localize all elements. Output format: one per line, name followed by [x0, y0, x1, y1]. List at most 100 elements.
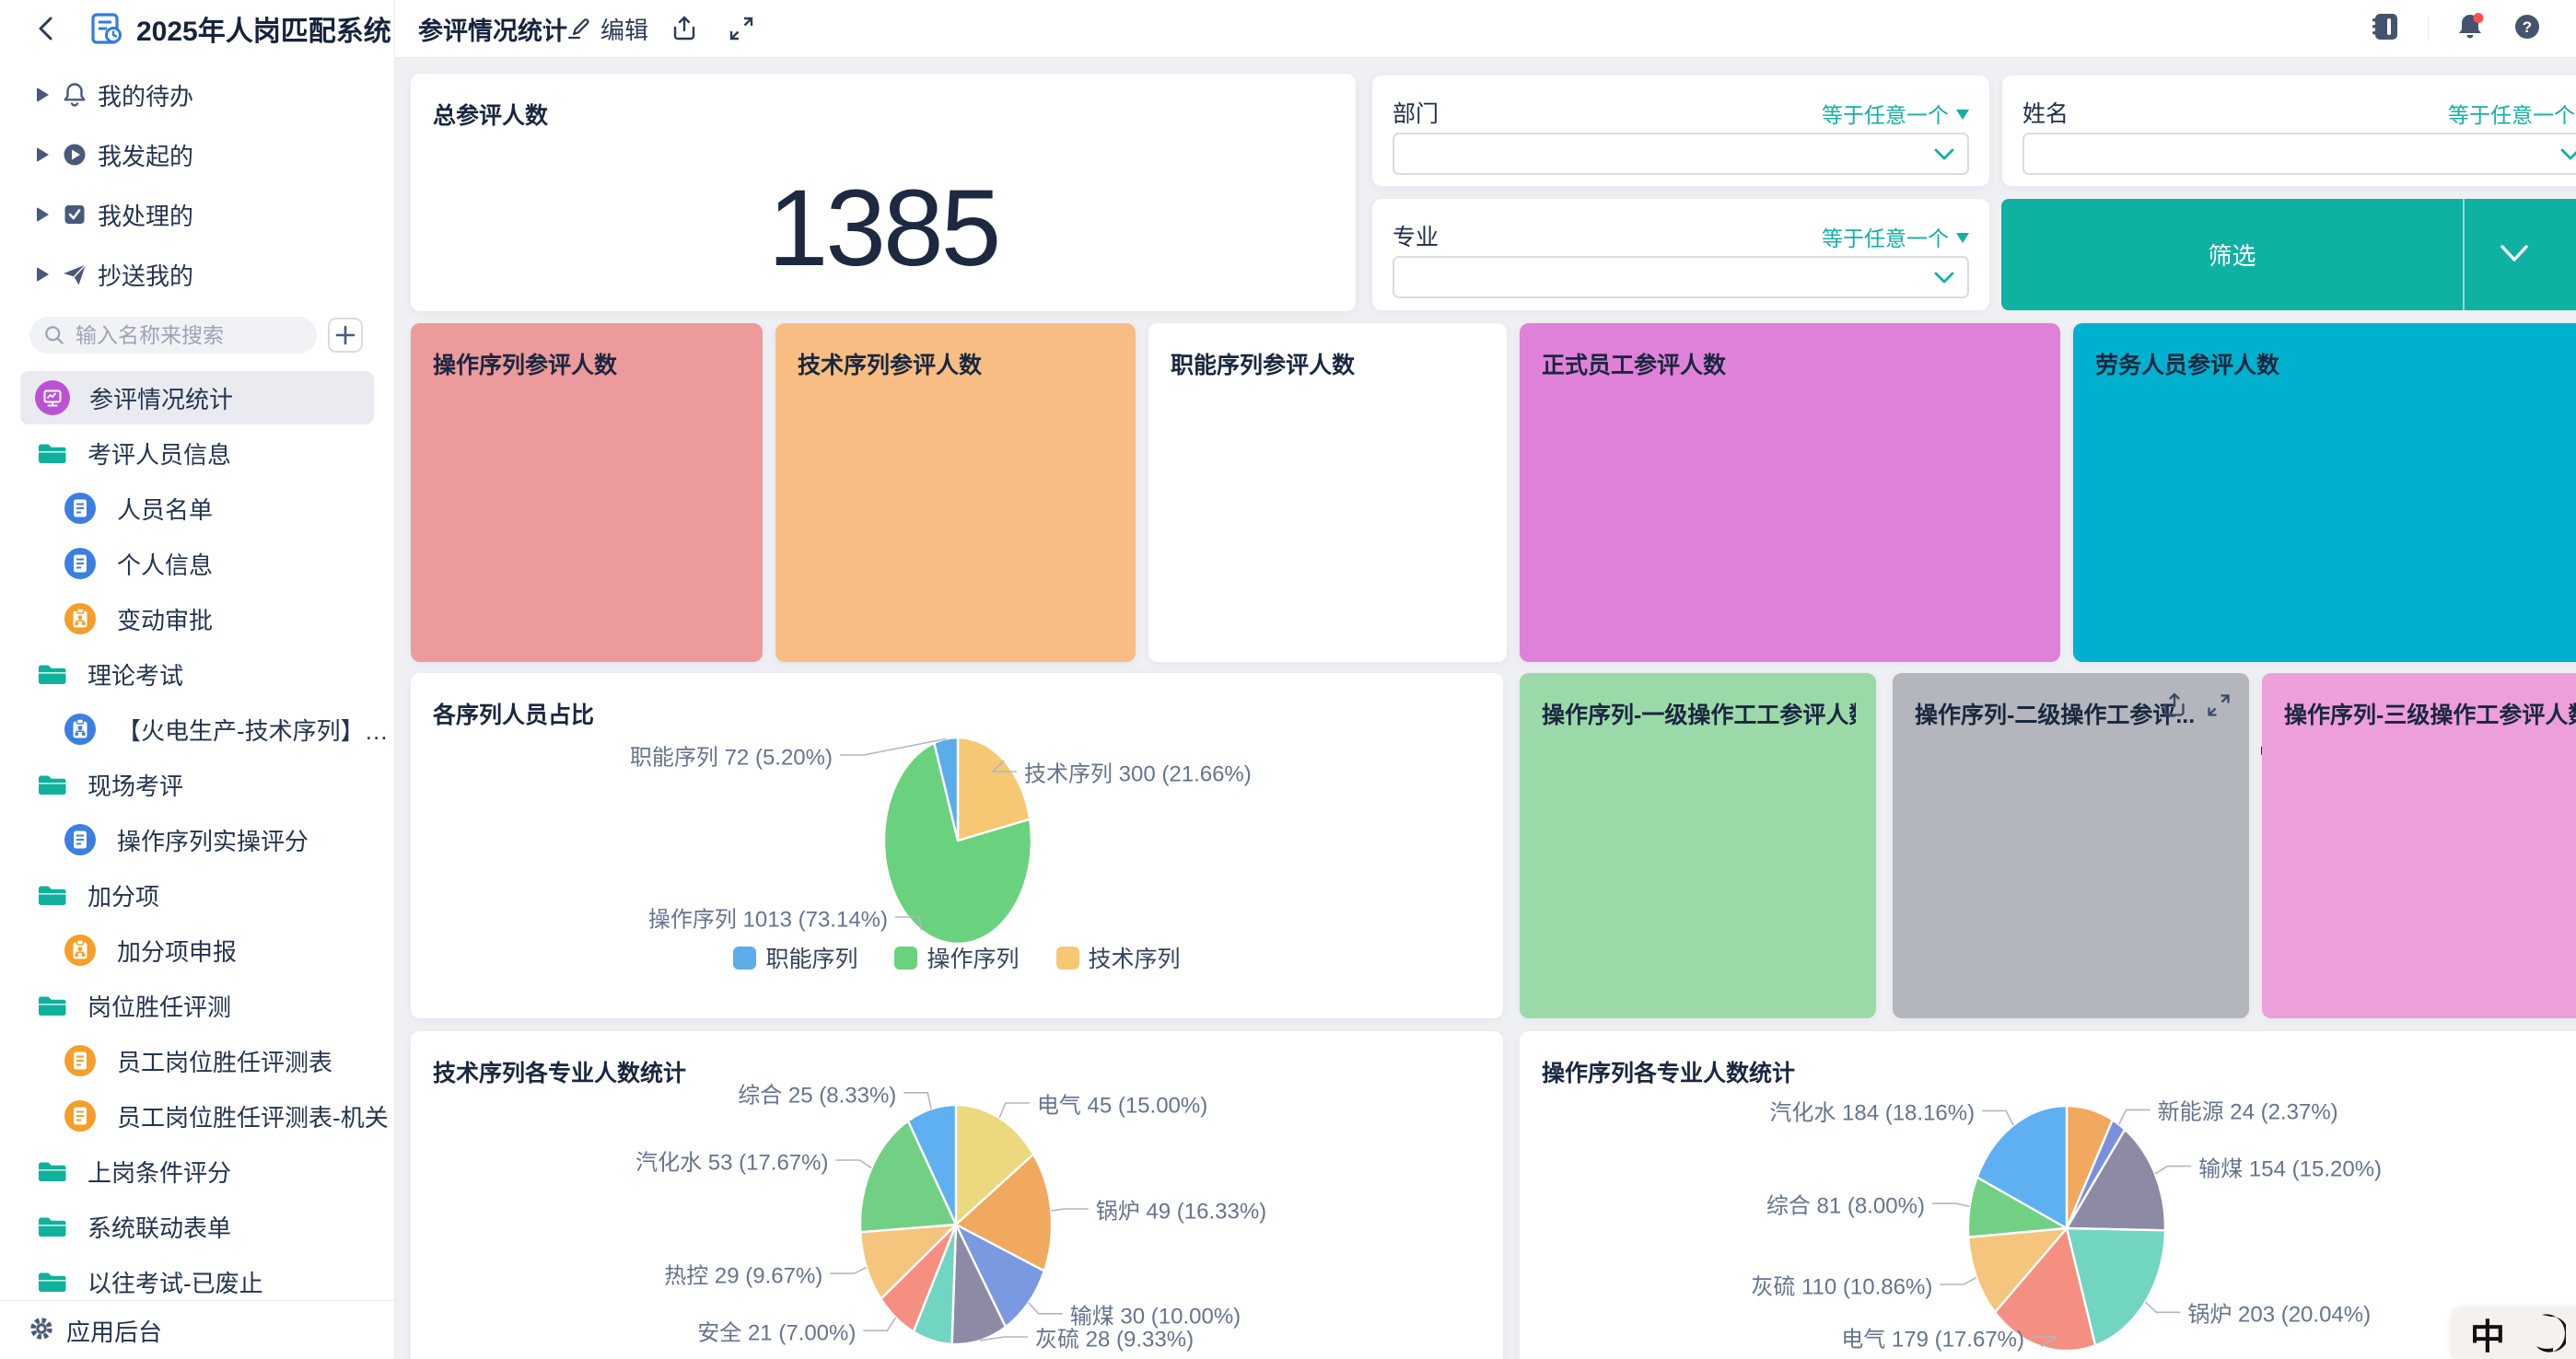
document-icon: [63, 822, 98, 857]
sidebar-item-label: 理论考试: [87, 657, 183, 691]
sidebar-item-员工岗位胜任评测表机[interactable]: 员工岗位胜任评测表-机关: [20, 1089, 374, 1143]
search-input[interactable]: [74, 322, 298, 349]
filter-submit-label: 筛选: [2001, 199, 2463, 310]
pie-slice-label: 热控 29 (9.67%): [664, 1258, 822, 1290]
app-backend-button[interactable]: 应用后台: [0, 1300, 394, 1359]
help-button[interactable]: ?: [2512, 11, 2543, 47]
clipboard-icon: [63, 601, 98, 636]
label-line: [2119, 1109, 2151, 1124]
sidebar-item-考评人员信息[interactable]: 考评人员信息: [20, 426, 374, 480]
filter-card-department: 部门 等于任意一个: [1372, 76, 1989, 186]
pie-slice-label: 综合 25 (8.33%): [738, 1076, 896, 1109]
ime-crescent-icon[interactable]: [2529, 1313, 2566, 1353]
caret-down-icon: [1956, 233, 1969, 243]
sidebar-item-系统联动表单[interactable]: 系统联动表单: [20, 1200, 374, 1253]
filter-operator[interactable]: 等于任意一个: [1822, 221, 1969, 252]
divider: [2463, 199, 2465, 310]
filter-card-major: 专业 等于任意一个: [1372, 199, 1989, 310]
sidebar-item-操作序列实操评分[interactable]: 操作序列实操评分: [20, 813, 374, 866]
expand-icon[interactable]: [2205, 691, 2232, 724]
task-icon: [61, 201, 88, 228]
add-button[interactable]: [328, 318, 363, 353]
folder-icon: [37, 881, 68, 909]
back-button[interactable]: [33, 15, 61, 42]
folder-icon: [37, 439, 68, 467]
filter-operator[interactable]: 等于任意一个: [1822, 98, 1969, 129]
legend-item[interactable]: 技术序列: [1056, 941, 1181, 974]
filter-submit-button[interactable]: 筛选: [2001, 199, 2576, 310]
folder-icon: [37, 881, 68, 909]
bell-icon: [59, 79, 90, 110]
sidebar-item-send[interactable]: 抄送我的: [0, 248, 394, 301]
expander-caret-icon[interactable]: [37, 147, 49, 162]
ime-toolbar[interactable]: 中: [2452, 1307, 2576, 1359]
sidebar-item-现场考评[interactable]: 现场考评: [20, 758, 374, 811]
expander-caret-icon[interactable]: [37, 207, 49, 222]
dashboard-icon: [35, 380, 70, 415]
legend-chip: [894, 947, 917, 970]
sidebar-item-play[interactable]: 我发起的: [0, 128, 394, 181]
stat-card: 劳务人员参评人数795: [2073, 323, 2576, 662]
pie-slice-label: 汽化水 53 (17.67%): [635, 1144, 828, 1176]
pie-slice-label: 灰硫 110 (10.86%): [1751, 1268, 1932, 1300]
expander-caret-icon[interactable]: [37, 267, 49, 282]
sidebar-item-label: 我处理的: [98, 198, 193, 232]
filter-card-name: 姓名 等于任意一个: [2002, 76, 2576, 186]
sidebar-item-label: 以往考试-已废止: [87, 1265, 263, 1299]
stat-card: 职能序列参评人数72: [1148, 323, 1507, 662]
sidebar-item-人员名单[interactable]: 人员名单: [20, 482, 374, 535]
department-select[interactable]: [1393, 133, 1969, 175]
sidebar-item-理论考试[interactable]: 理论考试: [20, 647, 374, 701]
folder-icon: [37, 771, 68, 798]
name-select[interactable]: [2022, 133, 2576, 175]
filter-label: 专业: [1393, 219, 1439, 252]
sidebar-item-参评情况统计[interactable]: 参评情况统计: [20, 371, 374, 424]
sidebar-item-个人信息[interactable]: 个人信息: [20, 537, 374, 590]
legend-label: 职能序列: [765, 941, 857, 974]
folder-icon: [37, 660, 68, 688]
svg-text:?: ?: [2523, 18, 2532, 36]
plus-icon: [335, 325, 356, 345]
folder-icon: [37, 1213, 68, 1240]
fullscreen-button[interactable]: [728, 0, 755, 57]
legend-item[interactable]: 操作序列: [894, 941, 1019, 974]
label-line: [2145, 1302, 2180, 1312]
sidebar-item-火电生产技术序列20[interactable]: 【火电生产-技术序列】202...: [20, 703, 374, 756]
legend-item[interactable]: 职能序列: [733, 941, 857, 974]
sidebar-item-加分项申报[interactable]: 加分项申报: [20, 923, 374, 977]
bell-icon: [61, 81, 88, 109]
sidebar-item-变动审批[interactable]: 变动审批: [20, 592, 374, 645]
sidebar-search[interactable]: [29, 317, 317, 354]
document-icon: [63, 546, 98, 581]
bell-icon: [2454, 11, 2486, 42]
sidebar-item-bell[interactable]: 我的待办: [0, 68, 394, 122]
sidebar-item-label: 我发起的: [98, 138, 193, 172]
sidebar-item-label: 现场考评: [87, 768, 183, 802]
doc-icon: [63, 546, 98, 581]
sidebar-item-task[interactable]: 我处理的: [0, 188, 394, 241]
chevron-down-icon[interactable]: [2499, 243, 2530, 270]
monitor-chart-icon: [39, 384, 66, 412]
sidebar-item-label: 加分项: [87, 878, 159, 912]
filter-operator[interactable]: 等于任意一个: [2448, 98, 2576, 129]
sidebar-item-label: 操作序列实操评分: [117, 823, 309, 857]
ime-mode-indicator[interactable]: 中: [2470, 1308, 2505, 1359]
export-icon[interactable]: [2161, 691, 2188, 724]
edit-button[interactable]: 编辑: [565, 0, 648, 57]
sidebar-item-上岗条件评分[interactable]: 上岗条件评分: [20, 1144, 374, 1198]
expander-caret-icon[interactable]: [37, 87, 49, 102]
notifications-button[interactable]: [2454, 11, 2486, 47]
pie-chart-card: 操作序列各专业人数统计新能源 24 (2.37%)输煤 154 (15.20%)…: [1520, 1031, 2576, 1359]
notebook-button[interactable]: [2369, 11, 2402, 47]
sidebar-item-员工岗位胜任评测表[interactable]: 员工岗位胜任评测表: [20, 1034, 374, 1087]
stat-card: 操作序列参评人数1013: [411, 323, 763, 662]
stat-card: 操作序列-一级操作工工参评人数247: [1520, 673, 1876, 1018]
sidebar-item-加分项[interactable]: 加分项: [20, 868, 374, 922]
export-button[interactable]: [670, 0, 698, 57]
folder-icon: [37, 992, 68, 1019]
folder-icon: [37, 992, 68, 1019]
major-select[interactable]: [1393, 256, 1969, 298]
label-line: [2155, 1167, 2191, 1174]
stat-card: 总参评人数1385: [411, 74, 1356, 311]
sidebar-item-岗位胜任评测[interactable]: 岗位胜任评测: [20, 979, 374, 1032]
